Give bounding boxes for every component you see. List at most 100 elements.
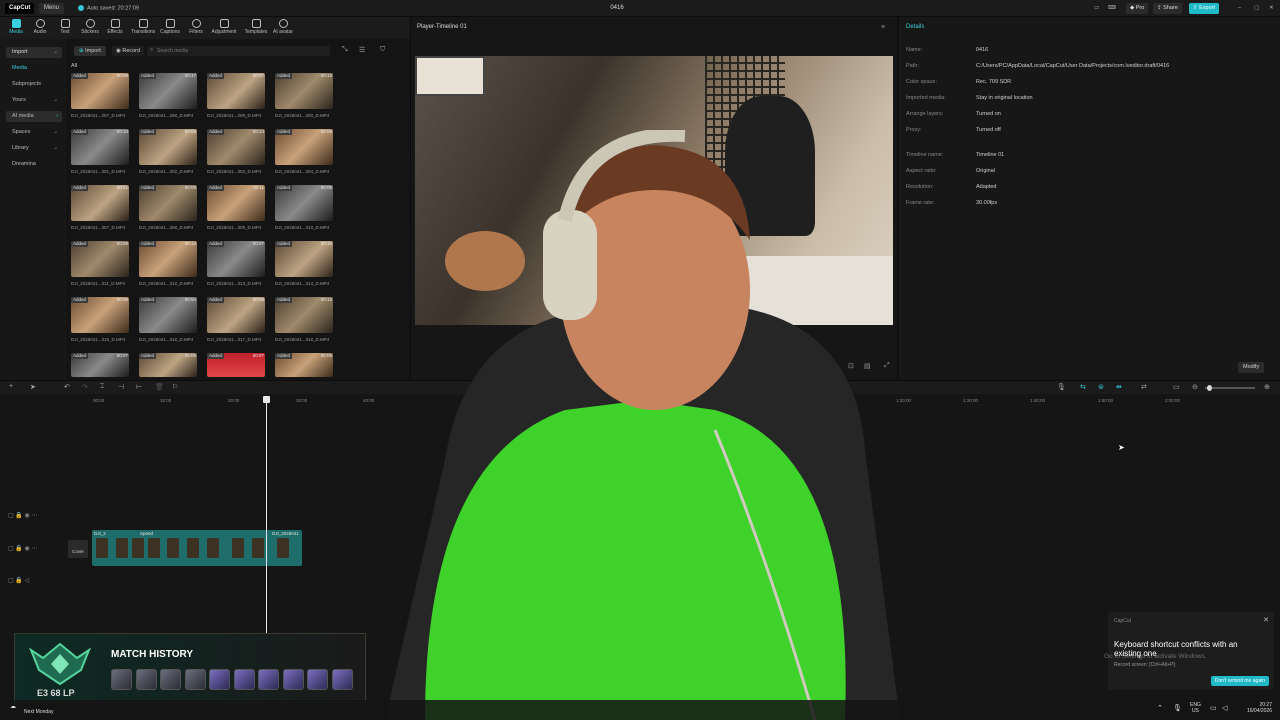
zoom-slider[interactable] — [1205, 385, 1255, 391]
media-thumbnail[interactable]: Added 00:05 — [275, 185, 333, 221]
marker-icon[interactable]: ⚐ — [172, 383, 178, 391]
nav-ai-media[interactable]: AI media › — [6, 111, 62, 122]
share-button[interactable]: ⇪ Share — [1153, 3, 1182, 14]
lock-icon[interactable]: 🔒 — [15, 513, 22, 519]
split-right-icon[interactable]: ⊢ — [136, 383, 142, 391]
cover-button[interactable]: Cover — [68, 540, 88, 558]
nav-dreamina[interactable]: Dreamina — [6, 159, 62, 170]
shortcut-icon[interactable]: ⌨ — [1104, 3, 1116, 14]
media-thumbnail[interactable]: Added 00:06 — [139, 129, 197, 165]
media-thumbnail[interactable]: Added 00:12 — [275, 73, 333, 109]
media-search-input[interactable]: Search media — [147, 46, 330, 56]
zoom-out-icon[interactable]: ⊖ — [1192, 383, 1198, 391]
menu-icon[interactable]: ≡ — [881, 24, 885, 31]
media-thumbnail[interactable]: Added 00:54 — [139, 297, 197, 333]
media-thumbnail[interactable]: Added 00:09 — [71, 241, 129, 277]
tool-filters[interactable]: Filters — [184, 19, 208, 35]
snap-icon[interactable]: ⇹ — [1116, 383, 1122, 391]
lock-icon[interactable]: 🔒 — [15, 546, 22, 552]
tool-transitions[interactable]: Transitions — [129, 19, 157, 35]
link-icon[interactable]: ⇆ — [1080, 383, 1086, 391]
tool-effects[interactable]: Effects — [103, 19, 127, 35]
volume-icon[interactable]: ◁ — [1222, 704, 1227, 712]
nav-spaces[interactable]: Spaces ⌄ — [6, 127, 62, 138]
media-thumbnail[interactable]: Added 00:14 — [207, 129, 265, 165]
clock[interactable]: 20:27 16/04/2026 — [1238, 702, 1272, 714]
select-tool-icon[interactable]: ➤ — [30, 383, 36, 391]
record-button[interactable]: ◉ Record — [112, 46, 145, 56]
import-button[interactable]: ⊕ Import — [74, 46, 106, 56]
tool-templates[interactable]: Templates — [242, 19, 270, 35]
media-thumbnail[interactable]: Added 00:08 — [139, 185, 197, 221]
nav-yours[interactable]: Yours ⌄ — [6, 95, 62, 106]
media-thumbnail[interactable]: Added 00:08 — [71, 73, 129, 109]
add-track-icon[interactable]: + — [9, 383, 13, 390]
tool-text[interactable]: Text — [53, 19, 77, 35]
preview-axis-icon[interactable]: ⇄ — [1141, 383, 1147, 391]
more-icon[interactable]: ⋯ — [31, 513, 37, 519]
media-thumbnail[interactable]: Added 00:10 — [71, 129, 129, 165]
tool-audio[interactable]: Audio — [28, 19, 52, 35]
layout-icon[interactable]: ▭ — [1090, 3, 1100, 14]
tray-chevron-icon[interactable]: ⌃ — [1157, 704, 1163, 712]
minimize-icon[interactable]: – — [1234, 3, 1245, 14]
tool-adjustment[interactable]: Adjustment — [208, 19, 240, 35]
media-thumbnail[interactable]: Added 00:17 — [139, 73, 197, 109]
media-thumbnail[interactable]: Added 00:11 — [207, 185, 265, 221]
media-thumbnail[interactable]: Added 00:09 — [275, 129, 333, 165]
media-thumbnail[interactable]: Added 00:12 — [275, 297, 333, 333]
collapse-icon[interactable]: ⤡ — [342, 46, 348, 54]
redo-icon[interactable]: ↷ — [82, 383, 88, 391]
dont-remind-button[interactable]: Don't remind me again — [1210, 676, 1269, 686]
speaker-icon[interactable]: ◁ — [25, 578, 30, 584]
tool-captions[interactable]: Captions — [158, 19, 182, 35]
microphone-icon[interactable]: 🎙 — [1057, 383, 1066, 391]
filter-icon[interactable]: ⛉ — [380, 46, 385, 54]
modify-button[interactable]: Modify — [1238, 362, 1265, 373]
media-thumbnail[interactable]: Added 00:07 — [207, 353, 265, 377]
undo-icon[interactable]: ↶ — [64, 383, 70, 391]
split-icon[interactable]: ⌶ — [100, 383, 104, 391]
pro-button[interactable]: ◆ Pro — [1126, 3, 1149, 14]
media-thumbnail[interactable]: Added 00:21 — [71, 185, 129, 221]
delete-icon[interactable]: 🗑 — [155, 383, 164, 391]
mic-tray-icon[interactable]: 🎙 — [1173, 704, 1182, 712]
media-thumbnail[interactable]: Added 00:05 — [139, 353, 197, 377]
nav-import[interactable]: Import ⌄ — [6, 47, 62, 58]
eye-icon[interactable]: ◉ — [25, 546, 30, 552]
media-thumbnail[interactable]: Added 00:13 — [139, 241, 197, 277]
track-lock-icon[interactable]: ▢ — [8, 546, 14, 552]
magnet-icon[interactable]: ⊜ — [1098, 383, 1104, 391]
lock-icon[interactable]: 🔒 — [15, 578, 22, 584]
media-thumbnail[interactable]: Added 00:08 — [207, 297, 265, 333]
language-indicator[interactable]: ENG US — [1190, 702, 1201, 714]
media-thumbnail[interactable]: Added 00:06 — [71, 297, 129, 333]
video-track[interactable]: DJI_2 Speed DJI_2026041 — [92, 530, 302, 566]
media-thumbnail[interactable]: Added 00:10 — [275, 241, 333, 277]
split-left-icon[interactable]: ⊣ — [118, 383, 124, 391]
more-icon[interactable]: ⋯ — [31, 546, 37, 552]
tool-stickers[interactable]: Stickers — [78, 19, 102, 35]
network-icon[interactable]: ▭ — [1210, 704, 1217, 712]
tool-ai-avatar[interactable]: AI avatar — [271, 19, 295, 35]
taskbar-notification[interactable]: Next Monday — [24, 709, 53, 715]
close-icon[interactable]: ✕ — [1265, 3, 1278, 14]
track-lock-icon[interactable]: ▢ — [8, 513, 14, 519]
playhead[interactable] — [263, 396, 270, 636]
toast-close-icon[interactable]: ✕ — [1263, 616, 1269, 624]
zoom-slider-handle[interactable] — [1207, 385, 1212, 391]
maximize-icon[interactable]: ▢ — [1250, 3, 1263, 14]
filter-all[interactable]: All — [71, 63, 77, 69]
media-thumbnail[interactable]: Added 00:05 — [275, 353, 333, 377]
nav-subprojects[interactable]: Subprojects — [6, 79, 62, 90]
track-lock-icon[interactable]: ▢ — [8, 578, 14, 584]
menu-button[interactable]: Menu — [39, 3, 65, 14]
nav-media[interactable]: Media — [6, 63, 62, 74]
zoom-in-icon[interactable]: ⊕ — [1264, 383, 1270, 391]
sort-icon[interactable]: ☰ — [359, 46, 365, 54]
export-button[interactable]: ⇧ Export — [1189, 3, 1220, 14]
nav-library[interactable]: Library ⌄ — [6, 143, 62, 154]
details-tab[interactable]: Details — [906, 24, 924, 30]
media-thumbnail[interactable]: Added 00:07 — [207, 241, 265, 277]
weather-icon[interactable]: ☁ — [10, 703, 16, 710]
